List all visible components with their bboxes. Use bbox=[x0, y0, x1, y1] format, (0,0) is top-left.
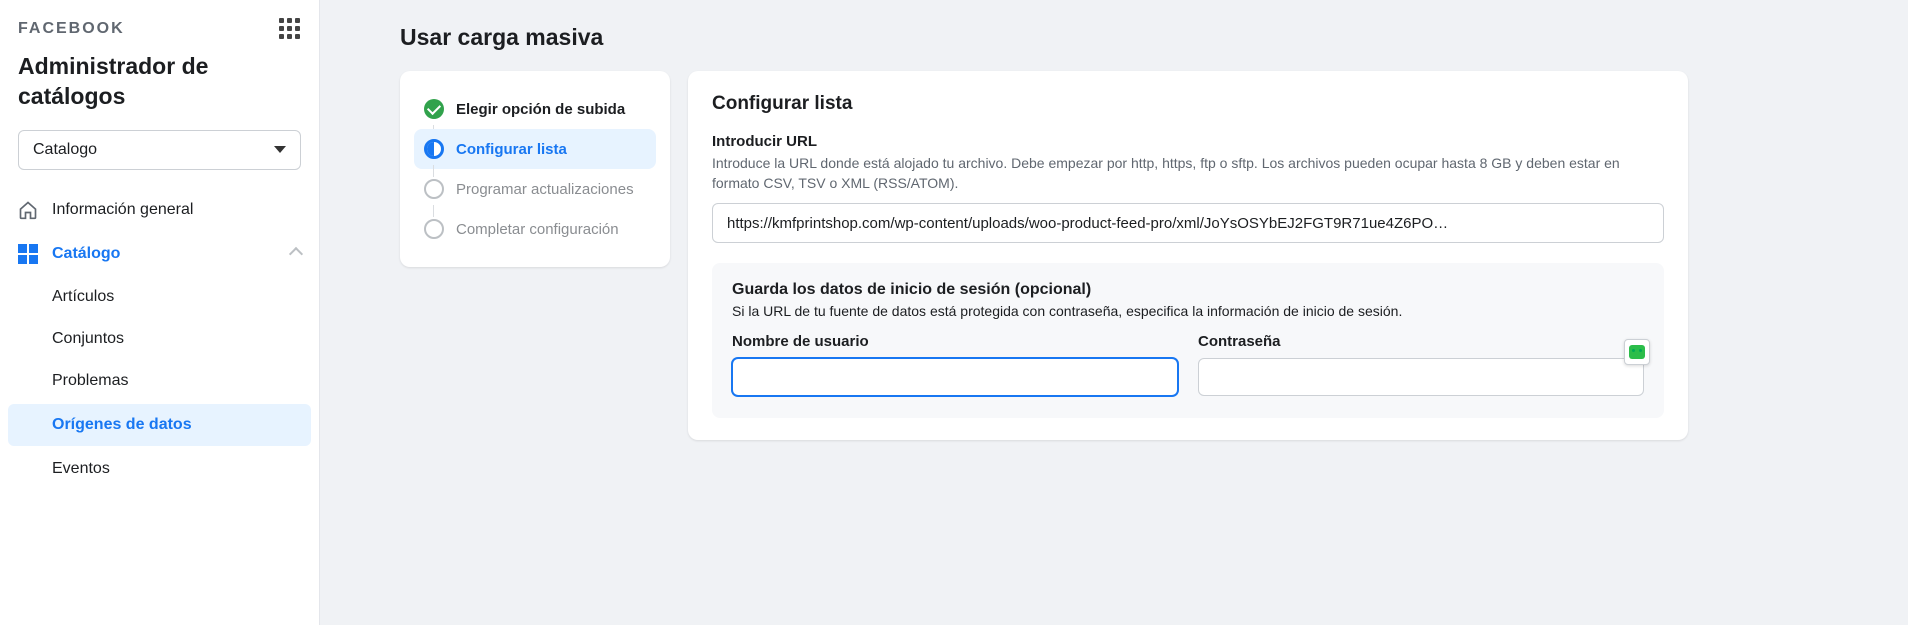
app-title: Administrador de catálogos bbox=[0, 48, 319, 130]
nav-events-label: Eventos bbox=[52, 460, 110, 478]
nav-articles-label: Artículos bbox=[52, 288, 114, 306]
empty-circle-icon bbox=[424, 179, 444, 199]
nav-articles[interactable]: Artículos bbox=[0, 276, 319, 318]
nav-data-sources[interactable]: Orígenes de datos bbox=[8, 404, 311, 446]
step-choose-upload[interactable]: Elegir opción de subida bbox=[414, 89, 656, 129]
password-input[interactable] bbox=[1198, 358, 1644, 396]
configure-list-card: Configurar lista Introducir URL Introduc… bbox=[688, 71, 1688, 440]
username-input[interactable] bbox=[732, 358, 1178, 396]
apps-grid-icon[interactable] bbox=[279, 18, 301, 40]
chevron-up-icon bbox=[289, 247, 303, 261]
home-icon bbox=[18, 200, 38, 220]
nav-overview[interactable]: Información general bbox=[0, 188, 319, 232]
check-circle-icon bbox=[424, 99, 444, 119]
card-title: Configurar lista bbox=[712, 93, 1664, 115]
catalog-selector[interactable]: Catalogo bbox=[18, 130, 301, 170]
login-section-help: Si la URL de tu fuente de datos está pro… bbox=[732, 303, 1644, 319]
url-input[interactable] bbox=[712, 203, 1664, 243]
password-label: Contraseña bbox=[1198, 333, 1644, 350]
url-label: Introducir URL bbox=[712, 133, 1664, 150]
step-complete-config[interactable]: Completar configuración bbox=[414, 209, 656, 249]
step-configure-label: Configurar lista bbox=[456, 141, 567, 158]
main-content: Usar carga masiva Elegir opción de subid… bbox=[320, 0, 1908, 625]
username-label: Nombre de usuario bbox=[732, 333, 1178, 350]
half-circle-icon bbox=[424, 139, 444, 159]
page-heading: Usar carga masiva bbox=[320, 24, 1908, 71]
nav-overview-label: Información general bbox=[52, 201, 193, 219]
catalog-selector-value: Catalogo bbox=[33, 141, 97, 159]
facebook-logo: FACEBOOK bbox=[18, 20, 125, 38]
nav-data-sources-label: Orígenes de datos bbox=[52, 416, 192, 434]
step-choose-label: Elegir opción de subida bbox=[456, 101, 625, 118]
login-section-title: Guarda los datos de inicio de sesión (op… bbox=[732, 281, 1644, 299]
step-complete-label: Completar configuración bbox=[456, 221, 619, 238]
steps-card: Elegir opción de subida Configurar lista… bbox=[400, 71, 670, 267]
nav-sets-label: Conjuntos bbox=[52, 330, 124, 348]
empty-circle-icon bbox=[424, 219, 444, 239]
step-schedule-label: Programar actualizaciones bbox=[456, 181, 634, 198]
catalog-grid-icon bbox=[18, 244, 38, 264]
chevron-down-icon bbox=[274, 146, 286, 153]
nav-events[interactable]: Eventos bbox=[0, 448, 319, 490]
url-help-text: Introduce la URL donde está alojado tu a… bbox=[712, 154, 1664, 193]
login-section: Guarda los datos de inicio de sesión (op… bbox=[712, 263, 1664, 418]
nav-problems[interactable]: Problemas bbox=[0, 360, 319, 402]
nav-sets[interactable]: Conjuntos bbox=[0, 318, 319, 360]
nav-catalog-label: Catálogo bbox=[52, 245, 120, 263]
step-schedule-updates[interactable]: Programar actualizaciones bbox=[414, 169, 656, 209]
nav-problems-label: Problemas bbox=[52, 372, 128, 390]
nav-catalog[interactable]: Catálogo bbox=[0, 232, 319, 276]
step-configure-list[interactable]: Configurar lista bbox=[414, 129, 656, 169]
sidebar: FACEBOOK Administrador de catálogos Cata… bbox=[0, 0, 320, 625]
password-manager-icon[interactable] bbox=[1624, 339, 1650, 365]
